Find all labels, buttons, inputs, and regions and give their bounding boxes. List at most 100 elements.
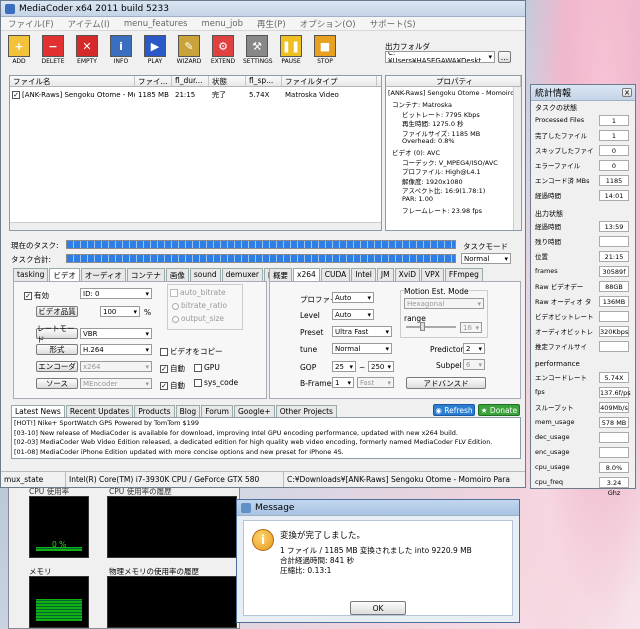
pause-button[interactable]: ❚❚ PAUSE <box>277 35 305 65</box>
news-item[interactable]: [03-10] New release of MediaCoder is ava… <box>14 429 518 439</box>
refresh-button[interactable]: ◉ Refresh <box>433 404 475 416</box>
bframes-mode-select[interactable]: Fast <box>357 377 394 388</box>
source-select[interactable]: MEncoder <box>80 378 152 389</box>
settings-tab-6[interactable]: demuxer <box>221 268 263 282</box>
settings-icon: ⚒ <box>246 35 268 57</box>
source-button[interactable]: ソース <box>36 378 78 389</box>
settings-tab-4[interactable]: 画像 <box>165 268 189 282</box>
gop-min-select[interactable]: 25 <box>332 361 356 372</box>
profile-select[interactable]: Auto <box>332 292 374 303</box>
play-button[interactable]: ▶ PLAY <box>141 35 169 65</box>
output-folder-input[interactable]: C:¥Users¥HASEGAWA¥Deskt <box>385 51 495 63</box>
menu-item-1[interactable]: アイテム(I) <box>61 18 117 30</box>
level-select[interactable]: Auto <box>332 309 374 320</box>
news-tab-2[interactable]: Products <box>134 405 175 417</box>
file-column-header[interactable]: ファイ... <box>135 76 172 86</box>
motion-select[interactable]: Hexagonal <box>404 298 484 309</box>
video-quality-button[interactable]: ビデオ品質 <box>36 306 78 317</box>
file-column-header[interactable]: fl_dur... <box>172 76 209 86</box>
empty-button[interactable]: ✕ EMPTY <box>73 35 101 65</box>
bitrate-ratio-radio[interactable]: bitrate_ratio <box>172 301 227 310</box>
file-list[interactable]: ファイル名 ファイ... fl_dur... 状態 fl_sp... ファイルタイプ ✓[… <box>9 75 382 231</box>
encoder-tab-3[interactable]: Intel <box>351 268 376 282</box>
news-tab-3[interactable]: Blog <box>175 405 201 417</box>
copy-video-checkbox[interactable]: ビデオをコピー <box>160 346 223 357</box>
range-slider[interactable] <box>406 322 456 331</box>
news-tab-5[interactable]: Google+ <box>233 405 275 417</box>
donate-button[interactable]: ★ Donate <box>478 404 520 416</box>
properties-vscroll[interactable] <box>513 87 521 230</box>
task-mode-select[interactable]: Normal <box>461 253 511 264</box>
menu-item-4[interactable]: 再生(P) <box>250 18 293 30</box>
file-column-header[interactable]: fl_sp... <box>246 76 282 86</box>
news-item[interactable]: [01-08] MediaCoder iPhone Edition update… <box>14 448 518 458</box>
file-list-row[interactable]: ✓[ANK-Raws] Sengoku Otome - Momo... 1185… <box>10 89 381 100</box>
encoder-tab-5[interactable]: XviD <box>394 268 421 282</box>
settings-tab-5[interactable]: sound <box>189 268 221 282</box>
preset-select[interactable]: Ultra Fast <box>332 326 392 337</box>
auto-bitrate-checkbox[interactable]: auto_bitrate <box>170 288 226 297</box>
file-column-header[interactable]: 状態 <box>209 76 246 86</box>
info-button[interactable]: i INFO <box>107 35 135 65</box>
statistics-close-button[interactable]: × <box>622 88 632 97</box>
file-checkbox[interactable]: ✓ <box>12 90 20 99</box>
delete-button[interactable]: − DELETE <box>39 35 67 65</box>
predictor-select[interactable]: 2 <box>463 343 485 354</box>
settings-tab-1[interactable]: ビデオ <box>49 268 80 282</box>
encoder-button[interactable]: エンコーダ <box>36 361 78 372</box>
menu-item-0[interactable]: ファイル(F) <box>1 18 61 30</box>
browse-button[interactable]: … <box>498 51 511 63</box>
settings-button[interactable]: ⚒ SETTINGS <box>243 35 273 65</box>
wizard-button[interactable]: ✎ WIZARD <box>175 35 203 65</box>
news-tab-6[interactable]: Other Projects <box>275 405 337 417</box>
source-auto-checkbox[interactable]: ✓ 自動 <box>160 380 185 391</box>
news-item[interactable]: [02-03] MediaCoder Web Video Edition rel… <box>14 438 518 448</box>
settings-tab-0[interactable]: tasking <box>13 268 49 282</box>
add-button[interactable]: + ADD <box>5 35 33 65</box>
video-id-select[interactable]: ID: 0 <box>80 288 152 299</box>
file-column-header[interactable]: ファイル名 <box>10 76 135 86</box>
range-slider-thumb[interactable] <box>420 322 425 331</box>
advanced-button[interactable]: アドバンスド <box>406 377 486 389</box>
properties-panel[interactable]: プロパティ [ANK-Raws] Sengoku Otome - Momoiro… <box>385 75 522 231</box>
news-tab-4[interactable]: Forum <box>201 405 233 417</box>
encoder-tab-0[interactable]: 概要 <box>269 268 292 282</box>
news-item[interactable]: [HOT!] Nike+ SportWatch GPS Powered by T… <box>14 419 518 429</box>
video-enabled-checkbox[interactable]: ✓ 有効 <box>24 290 49 301</box>
format-button[interactable]: 形式 <box>36 344 78 355</box>
stop-button[interactable]: ■ STOP <box>311 35 339 65</box>
properties-header: プロパティ <box>386 76 521 87</box>
bframes-select[interactable]: 1 <box>332 377 354 388</box>
news-panel[interactable]: [HOT!] Nike+ SportWatch GPS Powered by T… <box>11 417 521 459</box>
subpel-select[interactable]: 6 <box>463 359 485 370</box>
dialog-ok-button[interactable]: OK <box>350 601 406 615</box>
video-quality-select[interactable]: 100 <box>100 306 140 317</box>
encoder-auto-checkbox[interactable]: ✓ 自動 <box>160 363 185 374</box>
encoder-tab-7[interactable]: FFmpeg <box>444 268 483 282</box>
menu-item-3[interactable]: menu_job <box>194 19 250 29</box>
encoder-tab-6[interactable]: VPX <box>421 268 444 282</box>
extend-button[interactable]: ⚙ EXTEND <box>209 35 237 65</box>
gpu-checkbox[interactable]: GPU <box>194 363 220 372</box>
settings-tab-2[interactable]: オーディオ <box>80 268 126 282</box>
rate-mode-button[interactable]: レートモード <box>36 324 78 344</box>
menu-item-2[interactable]: menu_features <box>117 19 195 29</box>
rate-mode-select[interactable]: VBR <box>80 328 152 339</box>
news-tab-1[interactable]: Recent Updates <box>65 405 134 417</box>
sys-code-checkbox[interactable]: sys_code <box>194 378 238 387</box>
format-select[interactable]: H.264 <box>80 344 152 355</box>
menu-item-5[interactable]: オプション(O) <box>293 18 363 30</box>
encoder-select[interactable]: x264 <box>80 361 152 372</box>
gop-max-select[interactable]: 250 <box>368 361 394 372</box>
range-value[interactable]: 16 <box>460 322 482 333</box>
output-size-radio[interactable]: output_size <box>172 314 224 323</box>
encoder-tab-4[interactable]: JM <box>376 268 394 282</box>
news-tab-0[interactable]: Latest News <box>11 405 65 417</box>
encoder-tab-1[interactable]: x264 <box>293 268 320 282</box>
file-list-hscroll[interactable] <box>10 222 381 230</box>
file-column-header[interactable]: ファイルタイプ <box>282 76 377 86</box>
menu-item-6[interactable]: サポート(S) <box>363 18 423 30</box>
tune-select[interactable]: Normal <box>332 343 392 354</box>
settings-tab-3[interactable]: コンテナ <box>126 268 165 282</box>
encoder-tab-2[interactable]: CUDA <box>320 268 351 282</box>
